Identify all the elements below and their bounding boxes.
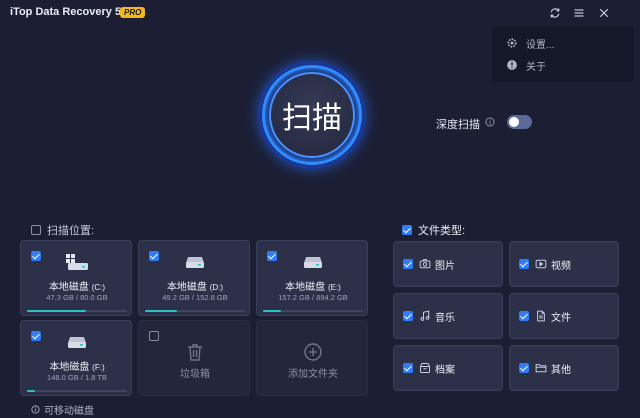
file-type-archives[interactable]: 档案: [393, 345, 503, 391]
deep-scan-toggle[interactable]: [507, 115, 532, 129]
scan-button[interactable]: 扫描: [269, 72, 355, 158]
drive-usage-bar: [263, 310, 363, 312]
info-icon[interactable]: [485, 117, 495, 127]
file-type-checkbox[interactable]: [402, 225, 412, 235]
file-type-item-checkbox[interactable]: [519, 259, 529, 269]
file-type-label: 文件类型:: [418, 225, 466, 237]
removable-disk-label: 可移动磁盘: [44, 406, 94, 417]
file-type-item-label: 其他: [551, 364, 571, 376]
drive-card-d[interactable]: 本地磁盘 (D:) 49.2 GB / 152.8 GB: [138, 240, 250, 316]
drive-name: 本地磁盘 (F:): [49, 362, 105, 373]
drive-usage-bar: [145, 310, 245, 312]
file-type-item-checkbox[interactable]: [519, 363, 529, 373]
deep-scan-label: 深度扫描: [436, 119, 480, 131]
menu-item-settings[interactable]: 设置...: [506, 34, 554, 52]
document-icon: [537, 310, 545, 322]
info-circle-icon: [507, 60, 517, 70]
file-type-pictures[interactable]: 图片: [393, 241, 503, 287]
plus-circle-icon: [304, 343, 322, 361]
toggle-knob: [509, 117, 519, 127]
file-type-item-checkbox[interactable]: [403, 363, 413, 373]
hard-drive-icon: [68, 337, 86, 348]
removable-disk-row[interactable]: 可移动磁盘: [31, 402, 94, 417]
drive-card-f[interactable]: 本地磁盘 (F:) 148.0 GB / 1.8 TB: [20, 320, 132, 396]
hard-drive-icon: [304, 257, 322, 268]
drive-size: 157.2 GB / 894.2 GB: [278, 293, 348, 302]
folder-icon: [535, 364, 547, 373]
drive-checkbox[interactable]: [31, 331, 41, 341]
pro-badge: PRO: [120, 7, 146, 18]
menu-icon[interactable]: [570, 4, 588, 22]
file-type-item-label: 图片: [435, 260, 455, 272]
drive-size: 148.0 GB / 1.8 TB: [47, 373, 107, 382]
music-note-icon: [420, 310, 430, 321]
menu-item-about[interactable]: 关于: [506, 56, 546, 74]
add-folder-card[interactable]: 添加文件夹: [256, 320, 368, 396]
file-type-music[interactable]: 音乐: [393, 293, 503, 339]
file-type-other[interactable]: 其他: [509, 345, 619, 391]
drive-usage-bar: [27, 390, 127, 392]
file-type-item-label: 档案: [435, 364, 455, 376]
scan-location-header: 扫描位置:: [31, 222, 94, 238]
drive-usage-bar: [27, 310, 127, 312]
file-type-item-label: 文件: [551, 312, 571, 324]
recycle-bin-card[interactable]: 垃圾箱: [138, 320, 250, 396]
trash-icon: [188, 344, 202, 361]
drive-name: 本地磁盘 (C:): [48, 282, 106, 293]
recycle-bin-label: 垃圾箱: [180, 369, 210, 380]
menu-item-label: 设置...: [526, 39, 555, 51]
file-type-header: 文件类型:: [402, 222, 465, 238]
app-window: iTop Data Recovery 5.4 PRO 设置... 关于 扫描 深…: [0, 0, 640, 418]
camera-icon: [419, 259, 431, 269]
drive-name: 本地磁盘 (D:): [166, 282, 224, 293]
windows-drive-icon: [66, 254, 88, 270]
drive-card-c[interactable]: 本地磁盘 (C:) 47.3 GB / 80.0 GB: [20, 240, 132, 316]
drive-size: 47.3 GB / 80.0 GB: [46, 293, 108, 302]
drive-name: 本地磁盘 (E:): [285, 282, 341, 293]
file-type-item-label: 音乐: [435, 312, 455, 324]
file-type-item-label: 视频: [551, 260, 571, 272]
recycle-bin-checkbox[interactable]: [149, 331, 159, 341]
scan-location-label: 扫描位置:: [47, 225, 95, 237]
app-title: iTop Data Recovery 5.4: [10, 6, 131, 18]
file-type-item-checkbox[interactable]: [519, 311, 529, 321]
drive-card-e[interactable]: 本地磁盘 (E:) 157.2 GB / 894.2 GB: [256, 240, 368, 316]
scan-location-checkbox[interactable]: [31, 225, 41, 235]
gear-icon: [507, 38, 517, 48]
archive-icon: [420, 363, 430, 373]
file-type-videos[interactable]: 视频: [509, 241, 619, 287]
add-folder-label: 添加文件夹: [288, 369, 338, 380]
refresh-icon[interactable]: [546, 4, 564, 22]
drive-size: 49.2 GB / 152.8 GB: [162, 293, 228, 302]
drive-checkbox[interactable]: [149, 251, 159, 261]
file-type-item-checkbox[interactable]: [403, 311, 413, 321]
drive-checkbox[interactable]: [267, 251, 277, 261]
menu-item-label: 关于: [526, 61, 546, 73]
settings-menu: 设置... 关于: [492, 26, 634, 82]
hard-drive-icon: [186, 257, 204, 268]
close-icon[interactable]: [595, 4, 613, 22]
info-circle-icon: [31, 405, 40, 414]
file-type-documents[interactable]: 文件: [509, 293, 619, 339]
title-bar: iTop Data Recovery 5.4 PRO: [0, 0, 640, 26]
file-type-item-checkbox[interactable]: [403, 259, 413, 269]
video-icon: [535, 259, 547, 269]
drive-checkbox[interactable]: [31, 251, 41, 261]
